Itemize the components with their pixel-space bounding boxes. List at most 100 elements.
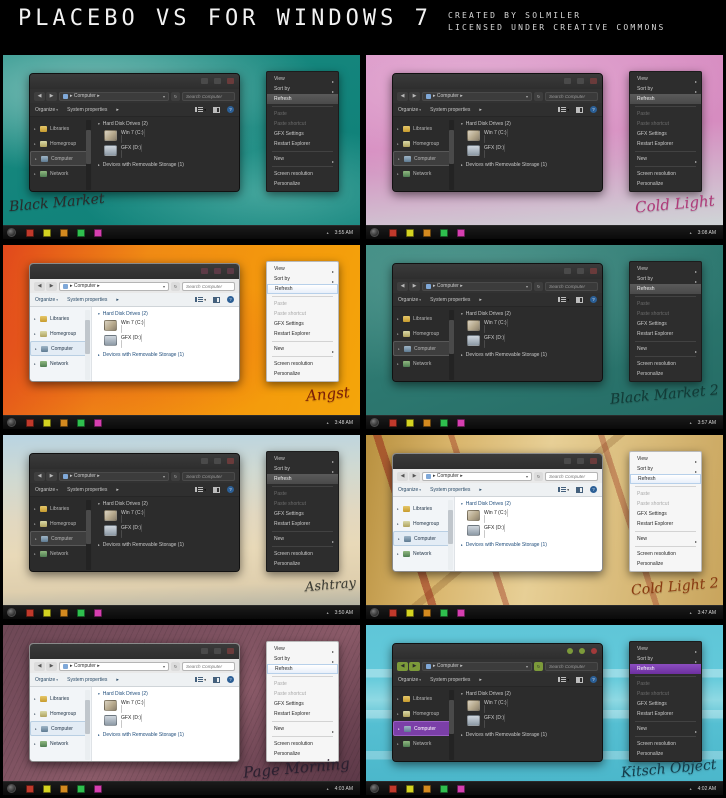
taskbar-clock[interactable]: 3:48 AM (335, 420, 353, 426)
organize-button[interactable]: Organize▾ (398, 297, 421, 303)
taskbar-pinned-icon-2[interactable] (406, 784, 414, 793)
maximize-button[interactable] (214, 78, 221, 84)
help-icon[interactable]: ? (227, 106, 234, 113)
nav-item-homegroup[interactable]: ▸ Homegroup (30, 326, 91, 341)
drive-row[interactable]: Win 7 (C:) (104, 699, 233, 713)
window-titlebar[interactable] (393, 644, 602, 659)
expand-triangle-icon[interactable]: ▸ (397, 142, 400, 146)
menu-item-screen-resolution[interactable]: Screen resolution (267, 359, 338, 369)
group-header-hard-disk-drives[interactable]: ▾ Hard Disk Drives (2) (461, 311, 596, 317)
nav-scrollbar[interactable] (85, 310, 90, 380)
taskbar-pinned-icon-5[interactable] (94, 418, 102, 427)
nav-scrollbar-thumb[interactable] (448, 510, 453, 544)
menu-item-restart-explorer[interactable]: Restart Explorer (630, 519, 701, 529)
start-orb-icon[interactable] (7, 418, 16, 427)
taskbar-clock[interactable]: 4:02 AM (698, 786, 716, 792)
menu-item-paste[interactable]: Paste (267, 299, 338, 309)
chevron-down-icon[interactable]: ▾ (163, 474, 165, 479)
address-bar[interactable]: ▸ Computer ▸ ▾ (422, 471, 532, 481)
menu-item-paste[interactable]: Paste (267, 679, 338, 689)
nav-item-libraries[interactable]: ▸ Libraries (30, 311, 91, 326)
desktop-context-menu[interactable]: View ▸ Sort by ▸ Refresh Paste Paste shortcut G… (266, 641, 339, 762)
show-hidden-icons-icon[interactable]: ▴ (327, 420, 329, 425)
nav-item-network[interactable]: ▸ Network (393, 356, 455, 371)
nav-item-computer[interactable]: ▸ Computer (393, 151, 451, 166)
expand-triangle-icon[interactable]: ▸ (35, 727, 38, 731)
expand-triangle-icon[interactable]: ▸ (397, 522, 400, 526)
taskbar-pinned-icon-3[interactable] (60, 418, 68, 427)
overflow-button[interactable]: ▸ (116, 107, 119, 113)
group-header-hard-disk-drives[interactable]: ▾ Hard Disk Drives (2) (98, 121, 233, 127)
taskbar-pinned-icon-5[interactable] (94, 228, 102, 237)
taskbar-pinned-icon-3[interactable] (423, 608, 431, 617)
taskbar-pinned-icon-2[interactable] (406, 228, 414, 237)
overflow-button[interactable]: ▸ (116, 487, 119, 493)
nav-item-computer[interactable]: ▸ Computer (393, 341, 451, 356)
address-bar[interactable]: ▸ Computer ▸ ▾ (422, 91, 532, 101)
nav-item-homegroup[interactable]: ▸ Homegroup (393, 136, 455, 151)
taskbar-pinned-icon-2[interactable] (43, 228, 51, 237)
expand-triangle-icon[interactable]: ▸ (397, 712, 400, 716)
address-bar[interactable]: ▸ Computer ▸ ▾ (59, 471, 169, 481)
preview-pane-icon[interactable] (576, 296, 583, 303)
taskbar-pinned-icon-3[interactable] (60, 784, 68, 793)
nav-item-libraries[interactable]: ▸ Libraries (393, 311, 455, 326)
maximize-button[interactable] (577, 268, 584, 274)
nav-item-computer[interactable]: ▸ Computer (30, 721, 87, 736)
help-icon[interactable]: ? (227, 296, 234, 303)
collapse-triangle-icon[interactable]: ▾ (98, 692, 100, 696)
expand-triangle-icon[interactable]: ▸ (34, 552, 37, 556)
change-view-icon[interactable]: ▾ (558, 107, 569, 112)
close-button[interactable] (591, 648, 597, 654)
drive-row[interactable]: Win 7 (C:) (467, 129, 596, 143)
drive-row[interactable]: Win 7 (C:) (104, 509, 233, 523)
menu-item-refresh[interactable]: Refresh (267, 474, 338, 484)
close-button[interactable] (590, 458, 597, 464)
menu-item-paste-shortcut[interactable]: Paste shortcut (630, 499, 701, 509)
system-properties-button[interactable]: System properties (67, 487, 107, 493)
menu-item-screen-resolution[interactable]: Screen resolution (267, 739, 338, 749)
minimize-button[interactable] (564, 78, 571, 84)
menu-item-restart-explorer[interactable]: Restart Explorer (630, 329, 701, 339)
taskbar-pinned-icon-2[interactable] (406, 608, 414, 617)
nav-scrollbar[interactable] (86, 500, 91, 570)
expand-triangle-icon[interactable]: ▸ (34, 507, 37, 511)
expand-triangle-icon[interactable]: ▸ (34, 127, 37, 131)
nav-item-homegroup[interactable]: ▸ Homegroup (393, 516, 454, 531)
minimize-button[interactable] (201, 78, 208, 84)
expand-triangle-icon[interactable]: ▸ (461, 733, 463, 737)
collapse-triangle-icon[interactable]: ▾ (98, 312, 100, 316)
chevron-down-icon[interactable]: ▾ (526, 94, 528, 99)
nav-item-network[interactable]: ▸ Network (393, 166, 455, 181)
menu-item-view[interactable]: View ▸ (267, 264, 338, 274)
menu-item-paste-shortcut[interactable]: Paste shortcut (267, 689, 338, 699)
window-controls[interactable] (564, 458, 597, 464)
help-icon[interactable]: ? (227, 676, 234, 683)
refresh-button[interactable]: ↻ (171, 281, 180, 291)
nav-item-network[interactable]: ▸ Network (30, 166, 92, 181)
taskbar-pinned-icon-1[interactable] (389, 228, 397, 237)
expand-triangle-icon[interactable]: ▸ (397, 332, 400, 336)
nav-scrollbar[interactable] (449, 120, 454, 190)
menu-item-paste[interactable]: Paste (267, 109, 338, 119)
menu-item-paste[interactable]: Paste (267, 489, 338, 499)
menu-item-gfx-settings[interactable]: GFX Settings (630, 699, 701, 709)
window-controls[interactable] (201, 648, 234, 654)
window-titlebar[interactable] (30, 454, 239, 469)
preview-pane-icon[interactable] (213, 676, 220, 683)
show-hidden-icons-icon[interactable]: ▴ (690, 230, 692, 235)
start-orb-icon[interactable] (7, 608, 16, 617)
menu-item-screen-resolution[interactable]: Screen resolution (630, 169, 701, 179)
menu-item-paste[interactable]: Paste (630, 299, 701, 309)
taskbar-pinned-icon-2[interactable] (406, 418, 414, 427)
explorer-window[interactable]: ◀ ▶ ▸ Computer ▸ ▾ ↻ Search Computer Org… (392, 263, 603, 382)
taskbar-pinned-icon-4[interactable] (440, 784, 448, 793)
preview-pane-icon[interactable] (213, 106, 220, 113)
nav-item-libraries[interactable]: ▸ Libraries (393, 501, 454, 516)
menu-item-restart-explorer[interactable]: Restart Explorer (630, 139, 701, 149)
group-header-hard-disk-drives[interactable]: ▾ Hard Disk Drives (2) (98, 311, 233, 317)
nav-scrollbar[interactable] (449, 310, 454, 380)
taskbar-pinned-icon-2[interactable] (43, 784, 51, 793)
minimize-button[interactable] (201, 648, 208, 654)
window-controls[interactable] (567, 648, 597, 654)
